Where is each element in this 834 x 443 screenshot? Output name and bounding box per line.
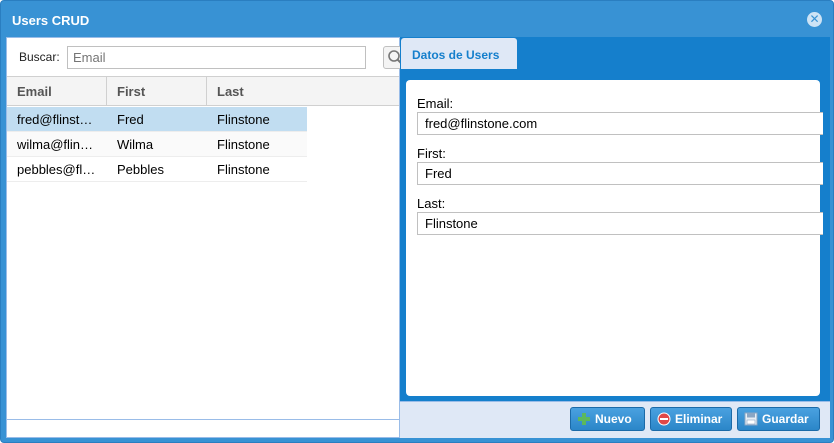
- last-label: Last:: [417, 196, 446, 211]
- minus-circle-icon: [657, 412, 671, 426]
- nuevo-label: Nuevo: [595, 412, 632, 426]
- email-label: Email:: [417, 96, 454, 111]
- last-field[interactable]: [417, 212, 823, 235]
- first-label: First:: [417, 146, 446, 161]
- users-grid-panel: Buscar: Email First Last fred@flinst… Fr…: [6, 37, 407, 438]
- cell-first: Wilma: [117, 137, 154, 152]
- table-row[interactable]: fred@flinst… Fred Flinstone: [7, 107, 307, 132]
- table-row[interactable]: pebbles@fl… Pebbles Flinstone: [7, 157, 307, 182]
- column-header-first[interactable]: First: [107, 77, 207, 106]
- cell-email: fred@flinst…: [17, 112, 93, 127]
- cell-first: Fred: [117, 112, 144, 127]
- cell-last: Flinstone: [217, 112, 270, 127]
- tab-datos-de-users[interactable]: Datos de Users: [401, 38, 517, 69]
- cell-first: Pebbles: [117, 162, 164, 177]
- first-field[interactable]: [417, 162, 823, 185]
- grid-footer: [7, 419, 399, 437]
- cell-last: Flinstone: [217, 162, 270, 177]
- cell-email: pebbles@fl…: [17, 162, 96, 177]
- window-titlebar[interactable]: Users CRUD ✕: [1, 1, 833, 37]
- floppy-icon: [744, 412, 758, 426]
- column-header-email[interactable]: Email: [7, 77, 107, 106]
- close-icon[interactable]: ✕: [807, 12, 822, 27]
- details-panel: Datos de Users Email: First: Last: Nuevo: [400, 37, 830, 438]
- nuevo-button[interactable]: Nuevo: [570, 407, 645, 431]
- tab-body: Email: First: Last:: [400, 69, 830, 438]
- table-row[interactable]: wilma@flin… Wilma Flinstone: [7, 132, 307, 157]
- cell-last: Flinstone: [217, 137, 270, 152]
- search-input[interactable]: [67, 46, 366, 69]
- search-label: Buscar:: [19, 50, 60, 64]
- guardar-label: Guardar: [762, 412, 809, 426]
- email-field[interactable]: [417, 112, 823, 135]
- grid-header: Email First Last: [7, 76, 399, 106]
- plus-icon: [578, 413, 590, 425]
- eliminar-label: Eliminar: [675, 412, 723, 426]
- user-form: Email: First: Last:: [406, 80, 823, 396]
- search-toolbar: Buscar:: [7, 38, 407, 76]
- window-title: Users CRUD: [12, 13, 90, 28]
- column-header-last[interactable]: Last: [207, 77, 307, 106]
- cell-email: wilma@flin…: [17, 137, 94, 152]
- eliminar-button[interactable]: Eliminar: [650, 407, 732, 431]
- tab-strip: Datos de Users: [400, 37, 830, 69]
- users-crud-window: Users CRUD ✕ Buscar: Email First Last fr…: [0, 0, 834, 443]
- guardar-button[interactable]: Guardar: [737, 407, 820, 431]
- form-toolbar: Nuevo Eliminar Guardar: [400, 401, 830, 438]
